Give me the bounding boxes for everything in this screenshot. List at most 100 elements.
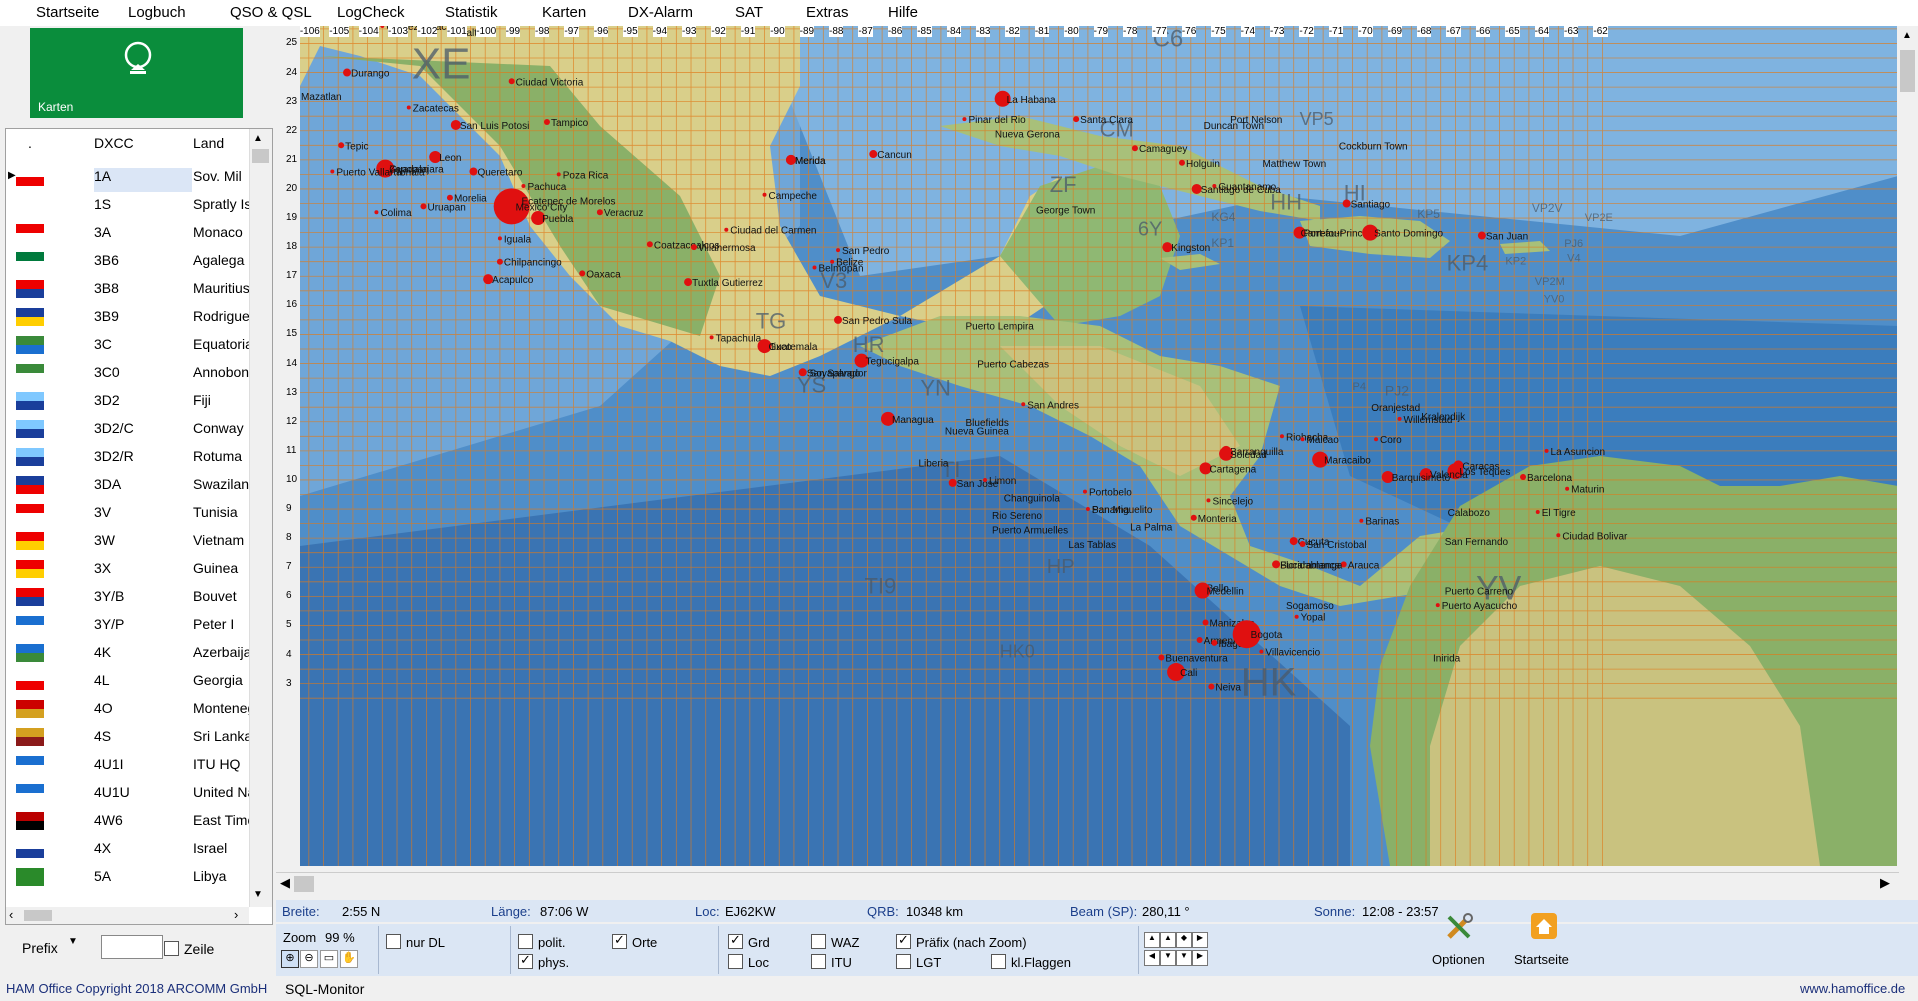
city-marker[interactable]: [1206, 498, 1211, 503]
city-marker[interactable]: [374, 210, 379, 215]
city-marker[interactable]: [798, 368, 807, 377]
city-marker[interactable]: [1397, 416, 1402, 421]
scroll-up-icon[interactable]: ▲: [1902, 30, 1912, 41]
list-item[interactable]: 3C Equatorial: [6, 331, 249, 359]
column-header-marker[interactable]: .: [28, 135, 32, 151]
city-marker[interactable]: [1196, 637, 1203, 644]
menu-item-logcheck[interactable]: LogCheck: [337, 4, 405, 21]
zoom-rect-icon[interactable]: ▭: [320, 950, 338, 968]
list-item[interactable]: 4W6 East Timor: [6, 807, 249, 835]
city-marker[interactable]: [1294, 614, 1299, 619]
menu-item-extras[interactable]: Extras: [806, 4, 849, 21]
menu-item-sat[interactable]: SAT: [735, 4, 763, 21]
scroll-left-icon[interactable]: ‹: [9, 907, 13, 922]
waz-checkbox[interactable]: WAZ: [811, 934, 859, 950]
nav-right-icon[interactable]: ▶: [1192, 932, 1208, 948]
list-item[interactable]: 3C0 Annobon: [6, 359, 249, 387]
list-item[interactable]: 3B6 Agalega: [6, 247, 248, 275]
map-horizontal-scrollbar[interactable]: ◀ ▶: [276, 872, 1899, 895]
list-item[interactable]: 3Y/B Bouvet: [6, 583, 248, 611]
city-marker[interactable]: [1435, 603, 1440, 608]
city-marker[interactable]: [1520, 474, 1527, 481]
city-marker[interactable]: [948, 478, 957, 487]
optionen-button[interactable]: Optionen: [1424, 908, 1494, 972]
zoom-in-icon[interactable]: ⊕: [281, 950, 299, 968]
city-marker[interactable]: [556, 172, 561, 177]
nav-up-fast-icon[interactable]: ▲: [1160, 932, 1176, 948]
scroll-thumb-h[interactable]: [24, 910, 52, 921]
city-marker[interactable]: [330, 169, 335, 174]
list-item[interactable]: 3DA Swaziland: [6, 471, 249, 499]
city-marker[interactable]: [1073, 116, 1080, 123]
city-marker[interactable]: [834, 315, 843, 324]
city-marker[interactable]: [497, 236, 502, 241]
website-link[interactable]: www.hamoffice.de: [1800, 981, 1905, 996]
scroll-thumb[interactable]: [1900, 50, 1915, 92]
city-marker[interactable]: [1374, 437, 1379, 442]
city-marker[interactable]: [596, 209, 603, 216]
city-marker[interactable]: [1299, 540, 1306, 547]
city-marker[interactable]: [646, 241, 653, 248]
phys-checkbox[interactable]: phys.: [518, 952, 569, 970]
scroll-down-icon[interactable]: ▼: [253, 889, 263, 900]
map-view[interactable]: XE C6 CM ZF 6Y HH HI KP4 V3 TG HR YS YN TI HP TI9 HK0 HK Y…: [300, 26, 1898, 866]
list-item[interactable]: 3V Tunisia: [6, 499, 248, 527]
city-marker[interactable]: [962, 117, 967, 122]
city-marker[interactable]: [1359, 518, 1364, 523]
city-marker[interactable]: [579, 270, 586, 277]
city-marker[interactable]: [406, 105, 411, 110]
karten-tile[interactable]: Karten: [30, 28, 243, 118]
city-marker[interactable]: [709, 335, 714, 340]
list-vertical-scrollbar[interactable]: ▲ ▼: [249, 129, 272, 907]
nur-dl-checkbox[interactable]: nur DL: [386, 934, 445, 950]
scroll-thumb[interactable]: [252, 149, 269, 163]
map-vertical-scrollbar[interactable]: ▲: [1897, 26, 1918, 872]
city-marker[interactable]: [508, 78, 515, 85]
city-marker[interactable]: [1279, 434, 1284, 439]
city-marker[interactable]: [446, 194, 453, 201]
city-marker[interactable]: [1342, 199, 1351, 208]
list-item[interactable]: 1S Spratly Is: [6, 191, 249, 219]
city-marker[interactable]: [420, 203, 427, 210]
loc-checkbox[interactable]: Loc: [728, 954, 769, 970]
list-item[interactable]: 3D2/R Rotuma: [6, 443, 248, 471]
nav-center-icon[interactable]: ◆: [1176, 932, 1192, 948]
list-item[interactable]: 3X Guinea: [6, 555, 248, 583]
menu-item-logbuch[interactable]: Logbuch: [128, 4, 186, 21]
list-item[interactable]: 3B9 Rodrigues: [6, 303, 249, 331]
list-item[interactable]: ▶ 1A Sov. Mil: [6, 163, 248, 192]
city-marker[interactable]: [469, 167, 478, 176]
list-item[interactable]: 3A Monaco: [6, 219, 248, 247]
scroll-up-icon[interactable]: ▲: [253, 133, 263, 144]
city-marker[interactable]: [836, 248, 841, 253]
prefix-input[interactable]: [101, 935, 163, 959]
list-item[interactable]: 3D2 Fiji: [6, 387, 248, 415]
list-horizontal-scrollbar[interactable]: ‹ ›: [6, 907, 249, 924]
city-marker[interactable]: [543, 119, 550, 126]
prefix-dropdown-icon[interactable]: ▼: [68, 936, 78, 947]
city-marker[interactable]: [1272, 560, 1281, 569]
column-header-dxcc[interactable]: DXCC: [94, 135, 134, 151]
list-item[interactable]: 4X Israel: [6, 835, 248, 863]
menu-item-statistik[interactable]: Statistik: [445, 4, 498, 21]
city-marker[interactable]: [1565, 486, 1570, 491]
nav-down-fast-icon[interactable]: ▼: [1176, 950, 1192, 966]
pan-hand-icon[interactable]: ✋: [340, 950, 358, 968]
orte-checkbox[interactable]: Orte: [612, 932, 657, 950]
city-marker[interactable]: [762, 192, 767, 197]
nav-up-icon[interactable]: ▲: [1144, 932, 1160, 948]
dxcc-list[interactable]: . DXCC Land ▶ 1A Sov. Mil 1S Spratly Is 3A Mon…: [5, 128, 273, 925]
column-header-land[interactable]: Land: [193, 135, 224, 151]
city-marker[interactable]: [1556, 533, 1561, 538]
menu-item-qso-qsl[interactable]: QSO & QSL: [230, 4, 312, 21]
nav-down-icon[interactable]: ▼: [1160, 950, 1176, 966]
zoom-out-icon[interactable]: ⊖: [300, 950, 318, 968]
city-marker[interactable]: [690, 244, 697, 251]
city-marker[interactable]: [1131, 145, 1138, 152]
city-marker[interactable]: [1259, 649, 1264, 654]
city-marker[interactable]: [1158, 654, 1165, 661]
list-item[interactable]: 4K Azerbaijan: [6, 639, 249, 667]
scroll-thumb-h[interactable]: [294, 876, 314, 892]
list-item[interactable]: 3Y/P Peter I: [6, 611, 248, 639]
list-item[interactable]: 5A Libya: [6, 863, 248, 891]
